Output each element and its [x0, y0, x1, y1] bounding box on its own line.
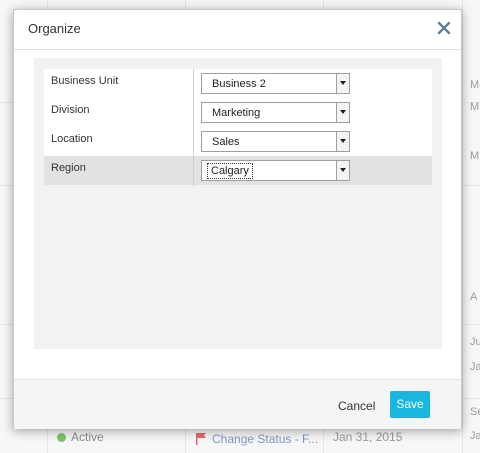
dropdown-arrow-icon[interactable] [336, 103, 349, 122]
background-cell-text: Ja [470, 430, 480, 442]
background-cell-text: Ja [470, 361, 480, 373]
field-row-location: Location Sales [44, 127, 432, 156]
dropdown-arrow-icon[interactable] [336, 161, 349, 180]
status-label: Active [71, 430, 104, 444]
field-label: Division [51, 104, 90, 116]
close-icon [437, 21, 451, 35]
change-status-link[interactable]: Change Status - F... [196, 432, 318, 446]
location-select[interactable]: Sales [201, 131, 350, 152]
background-cell-text: Ju [470, 336, 480, 348]
status-dot-icon [57, 432, 66, 442]
close-button[interactable] [435, 19, 453, 37]
region-select[interactable]: Calgary [201, 160, 350, 181]
select-value: Calgary [207, 163, 253, 179]
organize-table: Business Unit Business 2 Division Market… [44, 69, 432, 186]
select-value: Marketing [212, 107, 261, 119]
dialog-header: Organize [14, 10, 461, 50]
background-cell-text: M [470, 101, 480, 113]
background-cell-text: M [470, 150, 480, 162]
background-cell-text: A [470, 291, 478, 303]
organize-dialog: Organize Business Unit Business 2 Divisi… [13, 9, 462, 429]
column-divider [462, 0, 463, 453]
field-label: Location [51, 133, 93, 145]
page: M M M A Ju Ja Se Ja Active Change Status… [0, 0, 480, 453]
column-divider [193, 69, 194, 186]
save-button[interactable]: Save [390, 391, 430, 418]
change-status-label: Change Status - F... [212, 432, 319, 446]
dialog-footer: Cancel Save [14, 379, 461, 429]
dialog-title: Organize [28, 21, 81, 36]
dialog-body: Business Unit Business 2 Division Market… [34, 58, 442, 349]
field-label: Region [51, 162, 86, 174]
field-row-region: Region Calgary [44, 156, 432, 185]
cancel-button[interactable]: Cancel [338, 399, 375, 413]
select-value: Sales [212, 136, 240, 148]
status-badge: Active [57, 430, 104, 444]
background-cell-text: Se [470, 406, 480, 418]
field-row-division: Division Marketing [44, 98, 432, 127]
date-cell: Jan 31, 2015 [333, 430, 403, 444]
field-label: Business Unit [51, 75, 119, 87]
background-cell-text: M [470, 79, 480, 91]
dropdown-arrow-icon[interactable] [336, 132, 349, 151]
flag-icon [196, 433, 206, 445]
dropdown-arrow-icon[interactable] [336, 74, 349, 93]
business-unit-select[interactable]: Business 2 [201, 73, 350, 94]
field-row-business-unit: Business Unit Business 2 [44, 69, 432, 98]
division-select[interactable]: Marketing [201, 102, 350, 123]
select-value: Business 2 [212, 78, 266, 90]
